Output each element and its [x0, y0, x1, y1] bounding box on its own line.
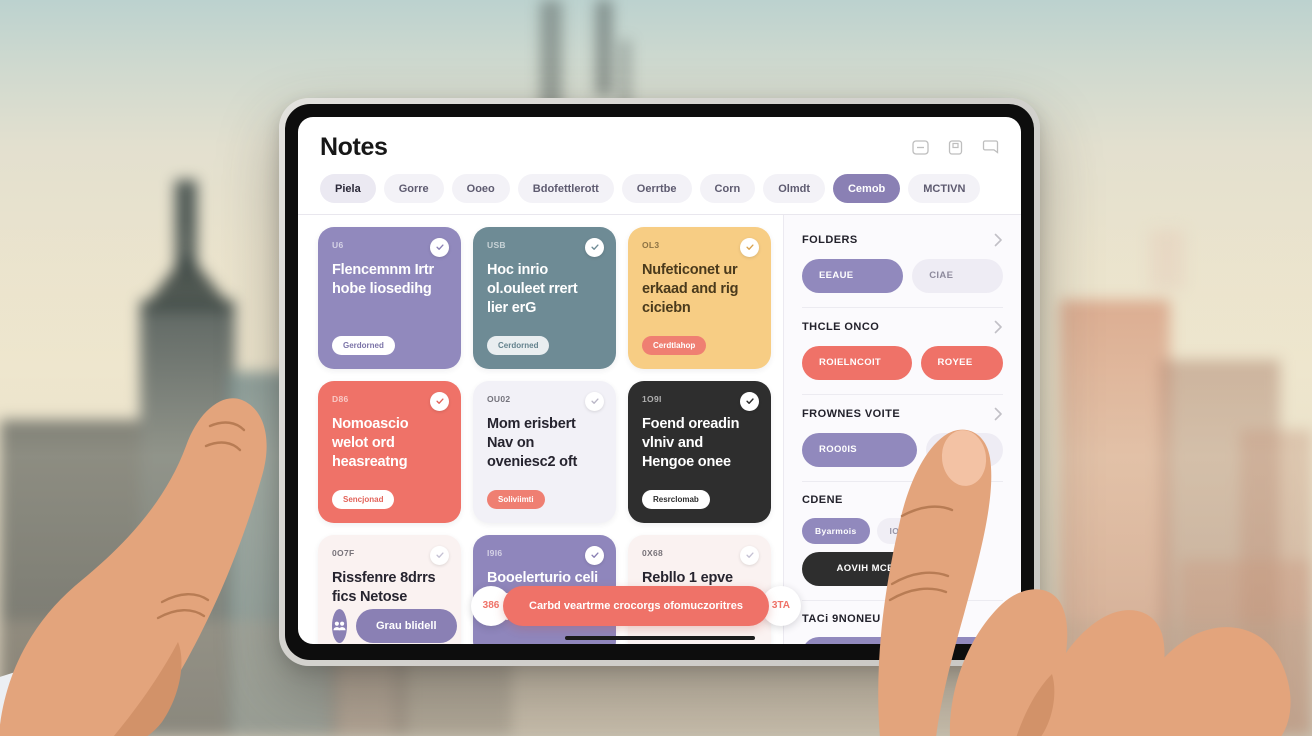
- note-card[interactable]: USB Hoc inrio ol.ouleet rrert lier erG C…: [473, 226, 616, 369]
- chevron-right-icon[interactable]: [994, 320, 1003, 334]
- note-card[interactable]: OL3 Nufeticonet ur erkaad and rig cicieb…: [628, 226, 771, 369]
- section-title: FROWNES VOITE: [802, 407, 901, 420]
- save-icon[interactable]: [947, 140, 964, 155]
- note-card[interactable]: 0O7F Rissfenre 8drrs fics Netose Grau bl…: [318, 534, 461, 644]
- section-title: CDENE: [802, 493, 843, 506]
- sidebar-pill[interactable]: [802, 636, 1003, 644]
- note-card[interactable]: OU02 Mom erisbert Nav on oveniesc2 oft S…: [473, 380, 616, 523]
- note-card[interactable]: D86 Nomoascio welot ord heasreatng Sencj…: [318, 380, 461, 523]
- check-circle-icon[interactable]: [585, 391, 604, 411]
- section-title: TACi 9NONEU: [802, 612, 881, 625]
- chevron-right-icon[interactable]: [994, 233, 1003, 247]
- sidebar-section-taci-9noneu: TACi 9NONEU: [802, 599, 1003, 644]
- home-indicator: [564, 636, 755, 640]
- section-header[interactable]: THCLE ONCO: [802, 320, 1003, 334]
- scene: Notes Piela Gorre Ooeo Bdofettlerott Oer…: [0, 0, 1312, 736]
- note-title: Nomoascio welot ord heasreatng: [332, 415, 409, 471]
- window-controls: [912, 140, 999, 155]
- sidebar-section-folders: FOLDERS EEAUE CIAE: [802, 229, 1003, 307]
- sidebar-pill[interactable]: ROO0IS: [802, 432, 917, 467]
- section-pill-row: ROO0IS: [802, 432, 1003, 467]
- sidebar: FOLDERS EEAUE CIAE THCLE ONCO ROIELNCOIT…: [783, 214, 1021, 644]
- sidebar-section-cdene: CDENE Byarmois IOTF AOVIH MCE5: [802, 480, 1003, 600]
- page-title: Notes: [320, 133, 388, 161]
- sidebar-pill-small[interactable]: Byarmois: [802, 517, 870, 544]
- section-header[interactable]: FOLDERS: [802, 233, 1003, 247]
- note-action-row: Grau blidell: [332, 608, 457, 643]
- check-circle-icon[interactable]: [740, 237, 759, 257]
- filter-chip[interactable]: Olmdt: [763, 174, 825, 203]
- notes-app: Notes Piela Gorre Ooeo Bdofettlerott Oer…: [298, 117, 1021, 644]
- note-tag: Soliviimti: [487, 489, 545, 509]
- filter-chip[interactable]: Piela: [320, 174, 376, 203]
- sidebar-primary-button[interactable]: AOVIH MCE5: [802, 551, 934, 586]
- filter-chip[interactable]: Oerrtbe: [621, 174, 692, 203]
- note-title: Rissfenre 8drrs fics Netose: [332, 569, 436, 606]
- filter-chip[interactable]: Corn: [699, 174, 756, 203]
- note-title: Foend oreadin vlniv and Hengoe onee: [642, 415, 740, 471]
- check-circle-icon[interactable]: [585, 237, 604, 257]
- filter-chip-bar[interactable]: Piela Gorre Ooeo Bdofettlerott Oerrtbe C…: [320, 162, 999, 214]
- sidebar-pill[interactable]: ROYEE: [920, 345, 1004, 380]
- note-tag: Sencjonad: [332, 489, 395, 509]
- tablet-screen: Notes Piela Gorre Ooeo Bdofettlerott Oer…: [298, 117, 1021, 644]
- top-bar: Notes Piela Gorre Ooeo Bdofettlerott Oer…: [298, 117, 1021, 214]
- section-header[interactable]: CDENE: [802, 494, 1003, 506]
- check-circle-icon[interactable]: [740, 391, 759, 411]
- filter-chip[interactable]: Ooeo: [451, 174, 510, 203]
- note-title: Mom erisbert Nav on oveniesc2 oft: [487, 415, 578, 471]
- note-title: Flencemnm Irtr hobe liosedihg: [332, 261, 434, 298]
- notes-grid-pane: U6 Flencemnm Irtr hobe liosedihg Gerdorn…: [298, 215, 801, 644]
- note-card[interactable]: 1O9I Foend oreadin vlniv and Hengoe onee…: [628, 380, 771, 523]
- note-tag: Gerdorned: [332, 335, 395, 355]
- title-row: Notes: [320, 133, 999, 162]
- section-header[interactable]: FROWNES VOITE: [802, 407, 1003, 421]
- note-tag: Cerdtlahop: [642, 335, 707, 355]
- filter-chip[interactable]: Gorre: [383, 174, 444, 203]
- tablet-bezel: Notes Piela Gorre Ooeo Bdofettlerott Oer…: [285, 104, 1034, 660]
- section-pill-row: ROIELNCOIT ROYEE: [802, 345, 1004, 380]
- chevron-right-icon[interactable]: [994, 407, 1003, 421]
- tablet-device: Notes Piela Gorre Ooeo Bdofettlerott Oer…: [279, 98, 1040, 666]
- minimize-icon[interactable]: [912, 140, 929, 155]
- sidebar-pill[interactable]: ROIELNCOIT: [802, 345, 912, 380]
- sidebar-pill[interactable]: CIAE: [912, 258, 1003, 293]
- check-circle-icon[interactable]: [430, 237, 449, 257]
- section-title: FOLDERS: [802, 233, 858, 246]
- section-small-pill-row: Byarmois IOTF: [802, 517, 1003, 544]
- sidebar-section-frownes-voite: FROWNES VOITE ROO0IS: [802, 393, 1003, 481]
- note-tag: Resrclomab: [642, 489, 710, 509]
- sidebar-pill[interactable]: [926, 432, 1003, 467]
- note-title: Nufeticonet ur erkaad and rig ciciebn: [642, 261, 739, 317]
- sidebar-section-thcle-onco: THCLE ONCO ROIELNCOIT ROYEE: [802, 306, 1004, 394]
- note-tag: Cerdorned: [487, 335, 550, 355]
- sidebar-pill-small[interactable]: IOTF: [876, 517, 924, 544]
- check-circle-icon[interactable]: [430, 545, 449, 565]
- section-pill-row: EEAUE CIAE: [802, 258, 1003, 293]
- filter-chip[interactable]: MCTIVN: [908, 174, 981, 203]
- check-circle-icon[interactable]: [585, 545, 604, 565]
- check-circle-icon[interactable]: [740, 545, 759, 565]
- group-icon[interactable]: [332, 608, 347, 643]
- notes-grid: U6 Flencemnm Irtr hobe liosedihg Gerdorn…: [318, 226, 771, 644]
- bookmark-icon[interactable]: [982, 140, 999, 155]
- section-title: THCLE ONCO: [802, 320, 880, 333]
- check-circle-icon[interactable]: [430, 391, 449, 411]
- app-body: U6 Flencemnm Irtr hobe liosedihg Gerdorn…: [298, 214, 1021, 644]
- filter-chip[interactable]: Bdofettlerott: [517, 174, 614, 203]
- section-header[interactable]: TACi 9NONEU: [802, 613, 1003, 625]
- note-title: Hoc inrio ol.ouleet rrert lier erG: [487, 261, 578, 317]
- floating-notification-banner[interactable]: 386 Carbd veartrme crocorgs ofomuczoritr…: [471, 585, 801, 626]
- filter-chip-selected[interactable]: Cemob: [832, 174, 901, 203]
- note-action-button[interactable]: Grau blidell: [356, 608, 457, 643]
- note-card[interactable]: U6 Flencemnm Irtr hobe liosedihg Gerdorn…: [318, 226, 461, 369]
- banner-message[interactable]: Carbd veartrme crocorgs ofomuczoritres: [503, 585, 769, 626]
- sidebar-pill[interactable]: EEAUE: [802, 258, 904, 293]
- section-pill-row: [802, 636, 1003, 644]
